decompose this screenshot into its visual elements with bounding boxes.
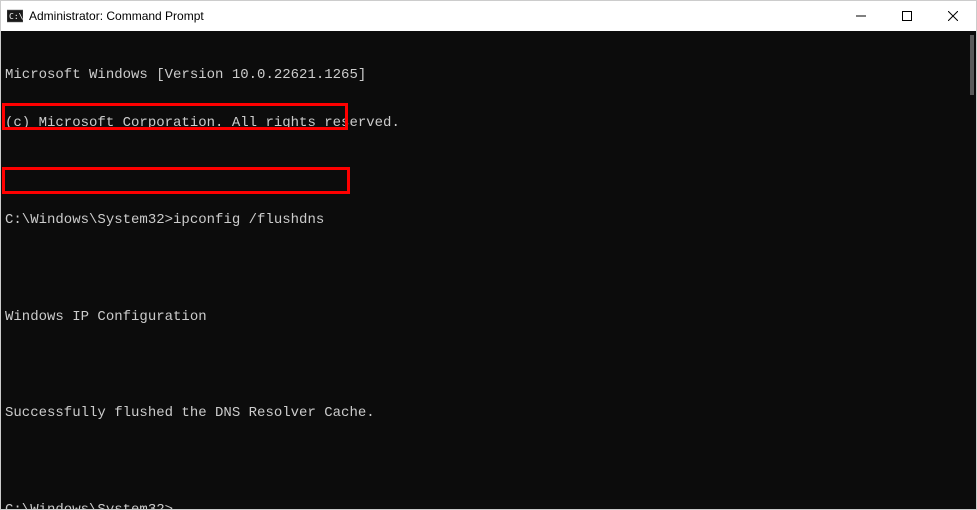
command-prompt-window: C:\ Administrator: Command Prompt Micros… <box>0 0 977 510</box>
version-line: Microsoft Windows [Version 10.0.22621.12… <box>5 67 976 83</box>
minimize-button[interactable] <box>838 1 884 31</box>
command-line-1: C:\Windows\System32>ipconfig /flushdns <box>5 212 976 228</box>
window-title: Administrator: Command Prompt <box>29 9 204 23</box>
command-line-2: C:\Windows\System32> <box>5 502 976 509</box>
prompt-path: C:\Windows\System32> <box>5 502 173 509</box>
copyright-line: (c) Microsoft Corporation. All rights re… <box>5 115 976 131</box>
svg-text:C:\: C:\ <box>9 12 23 21</box>
output-result-line: Successfully flushed the DNS Resolver Ca… <box>5 405 976 421</box>
blank-line <box>5 357 976 373</box>
blank-line <box>5 260 976 276</box>
terminal-area[interactable]: Microsoft Windows [Version 10.0.22621.12… <box>1 31 976 509</box>
cmd-icon: C:\ <box>7 8 23 24</box>
command-text: ipconfig /flushdns <box>173 212 324 228</box>
blank-line <box>5 453 976 469</box>
titlebar[interactable]: C:\ Administrator: Command Prompt <box>1 1 976 31</box>
blank-line <box>5 164 976 180</box>
scrollbar-thumb[interactable] <box>970 35 974 95</box>
output-header-line: Windows IP Configuration <box>5 309 976 325</box>
maximize-button[interactable] <box>884 1 930 31</box>
close-button[interactable] <box>930 1 976 31</box>
window-controls <box>838 1 976 31</box>
prompt-path: C:\Windows\System32> <box>5 212 173 228</box>
